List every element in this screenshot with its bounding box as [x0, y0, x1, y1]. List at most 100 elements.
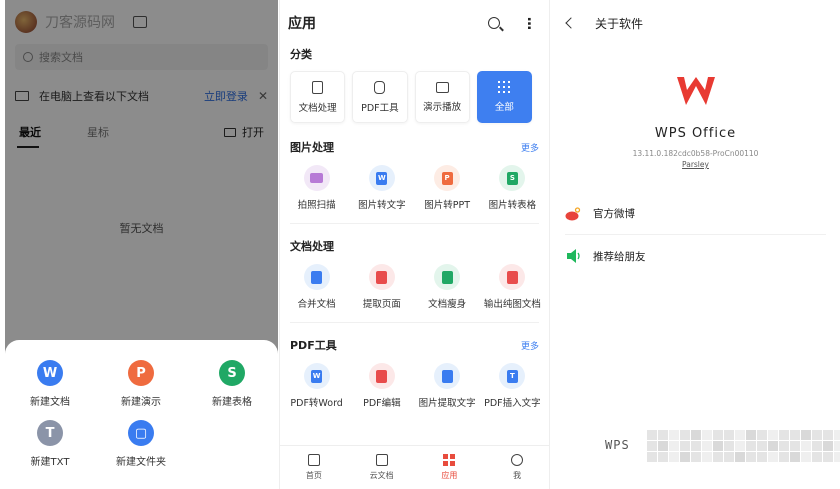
new-txt-label: 新建TXT: [30, 457, 70, 468]
about-header: 关于软件: [551, 0, 840, 46]
tool-pdf2word[interactable]: W PDF转Word: [284, 363, 349, 409]
ppt-icon: P: [434, 165, 461, 191]
tool-label: PDF转Word: [290, 398, 343, 409]
tool-label: 提取页面: [362, 299, 401, 310]
category-title: 分类: [290, 48, 312, 61]
home-icon: [307, 454, 320, 466]
tool-label: 图片转表格: [488, 200, 537, 211]
section-title: PDF工具: [290, 339, 337, 352]
tool-label: PDF插入文字: [484, 398, 541, 409]
edit-icon: [368, 363, 395, 389]
pdf-icon: [374, 80, 386, 94]
tool-label: 合并文档: [297, 299, 336, 310]
grid-icon: [498, 81, 511, 93]
back-icon[interactable]: [565, 17, 577, 29]
tool-extract[interactable]: 提取页面: [349, 264, 414, 310]
tool-label: 文档瘦身: [428, 299, 467, 310]
apps-header: 应用 ···: [280, 0, 549, 46]
nav-label: 云文档: [369, 471, 394, 480]
more-link[interactable]: 更多: [521, 141, 539, 154]
tool-scan[interactable]: 拍照扫描: [284, 165, 349, 211]
nav-home[interactable]: 首页: [280, 446, 348, 489]
tool-img2text[interactable]: W 图片转文字: [349, 165, 414, 211]
nav-cloud[interactable]: 云文档: [348, 446, 416, 489]
parsley-link[interactable]: Parsley: [551, 160, 840, 169]
category-pdf[interactable]: PDF工具: [352, 71, 408, 123]
scan-icon: [303, 165, 330, 191]
ocr-icon: [434, 363, 461, 389]
app-logo-block: WPS Office 13.11.0.182cdc0b58-ProCn00110…: [551, 74, 840, 169]
new-ppt-label: 新建演示: [121, 397, 161, 408]
category-doc[interactable]: 文档处理: [290, 71, 346, 123]
weibo-icon: [565, 206, 581, 220]
word-icon: W: [303, 363, 330, 389]
section-pdf: PDF工具 更多 W PDF转Word PDF编辑 图片提取文字 T PDF插入文字: [280, 337, 549, 409]
merge-icon: [303, 264, 330, 290]
tool-merge[interactable]: 合并文档: [284, 264, 349, 310]
tool-img2sheet[interactable]: S 图片转表格: [480, 165, 545, 211]
new-ppt-button[interactable]: P 新建演示: [101, 360, 181, 408]
recommend-label: 推荐给朋友: [593, 250, 646, 263]
search-icon[interactable]: [488, 17, 501, 29]
tool-label: 图片提取文字: [418, 398, 476, 409]
tool-ocr[interactable]: 图片提取文字: [415, 363, 480, 409]
nav-apps[interactable]: 应用: [416, 446, 484, 489]
tool-label: 拍照扫描: [297, 200, 336, 211]
section-doc: 文档处理 合并文档 提取页面 文档瘦身 输出纯图文档: [280, 238, 549, 323]
sheet-icon: S: [219, 360, 245, 386]
home-panel: 刀客源码网 搜索文档 在电脑上查看以下文档 立即登录 ✕ 最近 星标 打开 暂无…: [5, 0, 278, 489]
category-label: 全部: [494, 102, 514, 113]
nav-me[interactable]: 我: [483, 446, 549, 489]
about-panel: 关于软件 WPS Office 13.11.0.182cdc0b58-ProCn…: [551, 0, 840, 489]
more-menu-icon[interactable]: ···: [521, 17, 537, 30]
tool-pdf-edit[interactable]: PDF编辑: [349, 363, 414, 409]
category-label: 演示播放: [423, 101, 462, 113]
category-all[interactable]: 全部: [476, 71, 532, 123]
weibo-label: 官方微博: [593, 208, 635, 220]
new-folder-button[interactable]: ▢ 新建文件夹: [101, 420, 181, 468]
weibo-link[interactable]: 官方微博: [565, 193, 826, 235]
tool-slim[interactable]: 文档瘦身: [415, 264, 480, 310]
image-doc-icon: [499, 264, 526, 290]
tool-insert-text[interactable]: T PDF插入文字: [480, 363, 545, 409]
apps-icon: [443, 454, 456, 466]
slim-icon: [434, 264, 461, 290]
tool-img2ppt[interactable]: P 图片转PPT: [415, 165, 480, 211]
nav-label: 应用: [441, 471, 458, 480]
new-folder-label: 新建文件夹: [116, 457, 166, 468]
brand-name: WPS Office: [654, 126, 737, 141]
nav-label: 我: [513, 471, 522, 480]
more-link[interactable]: 更多: [521, 339, 539, 352]
tool-label: 输出纯图文档: [483, 299, 541, 310]
new-doc-button[interactable]: W 新建文档: [10, 360, 90, 408]
category-present[interactable]: 演示播放: [414, 71, 470, 123]
tool-image-doc[interactable]: 输出纯图文档: [480, 264, 545, 310]
cloud-doc-icon: [375, 454, 388, 466]
speaker-icon: [567, 249, 580, 263]
ppt-icon: P: [128, 360, 154, 386]
new-doc-label: 新建文档: [30, 397, 70, 408]
recommend-link[interactable]: 推荐给朋友: [565, 235, 826, 277]
version-text: 13.11.0.182cdc0b58-ProCn00110: [632, 149, 759, 158]
sheet-icon: S: [499, 165, 526, 191]
new-txt-button[interactable]: T 新建TXT: [10, 420, 90, 468]
new-file-sheet: W 新建文档 P 新建演示 S 新建表格 T 新建TXT ▢ 新建文件夹: [5, 340, 278, 489]
extract-icon: [368, 264, 395, 290]
section-image: 图片处理 更多 拍照扫描 W 图片转文字 P 图片转PPT S 图片转表格: [280, 139, 549, 224]
category-label: 文档处理: [298, 102, 337, 114]
nav-label: 首页: [305, 471, 322, 480]
category-label: PDF工具: [361, 102, 399, 114]
new-sheet-button[interactable]: S 新建表格: [192, 360, 272, 408]
tool-label: PDF编辑: [363, 398, 401, 409]
page-title: 关于软件: [595, 16, 644, 31]
category-row: 文档处理 PDF工具 演示播放 全部: [280, 71, 549, 123]
bottom-nav: 首页 云文档 应用 我: [280, 445, 549, 489]
word-icon: W: [368, 165, 395, 191]
section-title: 图片处理: [290, 141, 334, 154]
new-sheet-label: 新建表格: [212, 397, 252, 408]
section-title: 文档处理: [290, 240, 334, 253]
folder-icon: ▢: [128, 420, 154, 446]
user-icon: [511, 454, 524, 466]
wps-logo-icon: [676, 77, 715, 105]
wps-footer-logo: WPS: [605, 438, 630, 452]
